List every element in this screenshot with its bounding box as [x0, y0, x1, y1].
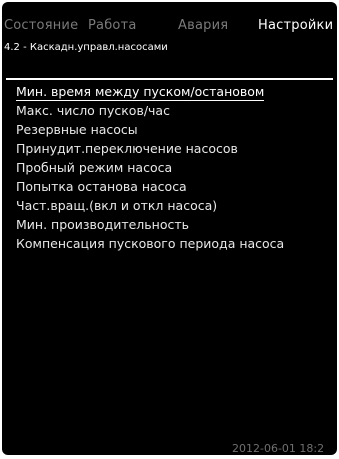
menu-item-label: Макс. число пусков/час [16, 103, 170, 118]
page-title: 4.2 - Каскадн.управл.насосами [4, 42, 168, 53]
tab-alarm[interactable]: Авария [178, 18, 228, 34]
controller-screen: Состояние Работа Авария Настройки 4.2 - … [2, 2, 337, 455]
tab-status[interactable]: Состояние [4, 18, 78, 34]
status-datetime: 2012-06-01 18:2 [232, 442, 325, 455]
menu-item-label: Резервные насосы [16, 122, 138, 137]
tab-operation[interactable]: Работа [88, 18, 137, 34]
menu-item-forced-pump-changeover[interactable]: Принудит.переключение насосов [2, 139, 337, 158]
header-divider [6, 78, 333, 80]
tab-settings[interactable]: Настройки [258, 18, 333, 34]
menu-item-label: Попытка останова насоса [16, 179, 187, 194]
menu-item-min-time-start-stop[interactable]: Мин. время между пуском/остановом [2, 82, 337, 101]
menu-item-max-starts-per-hour[interactable]: Макс. число пусков/час [2, 101, 337, 120]
menu-item-pump-on-off-speed[interactable]: Част.вращ.(вкл и откл насоса) [2, 196, 337, 215]
tab-bar: Состояние Работа Авария Настройки [2, 18, 337, 36]
menu-item-label: Компенсация пускового периода насоса [16, 236, 285, 251]
settings-menu: Мин. время между пуском/остановом Макс. … [2, 82, 337, 253]
menu-item-pump-stop-attempt[interactable]: Попытка останова насоса [2, 177, 337, 196]
menu-item-label: Част.вращ.(вкл и откл насоса) [16, 198, 218, 213]
menu-item-label: Пробный режим насоса [16, 160, 173, 175]
menu-item-label: Мин. производительность [16, 217, 190, 232]
menu-item-pump-startup-compensation[interactable]: Компенсация пускового периода насоса [2, 234, 337, 253]
menu-item-min-performance[interactable]: Мин. производительность [2, 215, 337, 234]
menu-item-pump-test-run[interactable]: Пробный режим насоса [2, 158, 337, 177]
menu-item-label: Принудит.переключение насосов [16, 141, 238, 156]
menu-item-label: Мин. время между пуском/остановом [16, 84, 265, 101]
menu-item-standby-pumps[interactable]: Резервные насосы [2, 120, 337, 139]
